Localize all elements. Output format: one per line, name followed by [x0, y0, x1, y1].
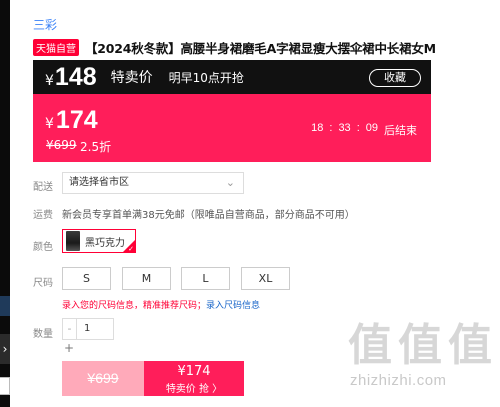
freight-label: 运费: [33, 210, 53, 221]
size-option-l[interactable]: L: [181, 267, 230, 290]
quantity-input[interactable]: 1: [76, 318, 114, 340]
watermark-logo: 值值值: [348, 320, 498, 371]
size-option-m[interactable]: M: [122, 267, 171, 290]
size-hint: 录入您的尺码信息，精准推荐尺码；录入尺码信息: [62, 298, 260, 311]
special-price-label: 特卖价: [110, 70, 153, 86]
shipping-label: 配送: [33, 182, 53, 193]
countdown-separator: :: [329, 122, 333, 134]
color-option-label: 黑巧克力: [85, 237, 125, 249]
freight-info: 新会员专享首单满38元免邮（限唯品自营商品，部分商品不可用）: [62, 210, 355, 221]
gallery-next-button[interactable]: ›: [0, 334, 10, 364]
size-option-xl[interactable]: XL: [241, 267, 290, 290]
gallery-thumbnail[interactable]: [0, 377, 10, 395]
special-price-amount: 148: [54, 62, 97, 91]
size-option-s[interactable]: S: [62, 267, 111, 290]
quantity-label: 数量: [33, 329, 53, 340]
discount-rate: 2.5折: [80, 140, 112, 154]
special-price: ¥ 148: [45, 63, 97, 92]
region-select[interactable]: 请选择省市区 ⌄: [62, 172, 244, 194]
product-title-row: 天猫自营 【2024秋冬款】高腰半身裙磨毛A字裙显瘦大摆伞裙中长裙女M: [33, 38, 493, 57]
countdown-seconds: 09: [365, 122, 378, 134]
quantity-increase-button[interactable]: +: [62, 341, 76, 355]
price-panel: ¥ 174 ¥699 2.5折 18 : 33 : 09 后结束: [33, 94, 431, 162]
quantity-stepper: - 1: [62, 318, 114, 340]
buy-special-price: ¥174: [177, 364, 211, 379]
size-hint-text: 录入您的尺码信息，精准推荐尺码；: [62, 301, 207, 311]
buy-special-price-button[interactable]: ¥174 特卖价 抢 〉: [144, 361, 244, 396]
current-price-amount: 174: [55, 106, 98, 134]
chevron-right-icon: ›: [2, 342, 8, 356]
countdown-suffix: 后结束: [384, 125, 417, 137]
brand-link[interactable]: 三彩: [33, 16, 57, 33]
color-option-selected[interactable]: 黑巧克力 ✓: [62, 229, 136, 253]
quantity-decrease-button[interactable]: -: [62, 318, 76, 340]
size-info-link[interactable]: 录入尺码信息: [206, 301, 260, 311]
watermark-text: zhizhizhi.com: [350, 372, 447, 389]
current-price-currency: ¥: [45, 116, 54, 132]
sale-start-time: 明早10点开抢: [168, 70, 244, 85]
region-select-value: 请选择省市区: [69, 177, 129, 188]
size-label: 尺码: [33, 278, 53, 289]
buy-special-label: 特卖价 抢 〉: [165, 384, 223, 395]
countdown-separator: :: [356, 122, 360, 134]
color-label: 颜色: [33, 242, 53, 253]
original-price: ¥699: [46, 138, 77, 152]
special-price-bar: ¥ 148 特卖价 明早10点开抢 收藏: [33, 60, 431, 94]
current-price: ¥ 174: [45, 106, 98, 135]
color-thumbnail: [66, 231, 80, 251]
special-price-currency: ¥: [45, 72, 54, 89]
countdown-timer: 18 : 33 : 09 后结束: [311, 122, 417, 138]
self-operated-badge: 天猫自营: [33, 39, 79, 56]
chevron-down-icon: ⌄: [225, 176, 235, 189]
countdown-hours: 18: [311, 122, 324, 134]
check-icon: ✓: [128, 245, 134, 253]
collect-button[interactable]: 收藏: [369, 69, 421, 87]
gallery-thumbnail[interactable]: [0, 296, 10, 316]
buy-original-price-button[interactable]: ¥699: [62, 361, 144, 396]
product-title: 【2024秋冬款】高腰半身裙磨毛A字裙显瘦大摆伞裙中长裙女M: [85, 41, 436, 56]
countdown-minutes: 33: [338, 122, 351, 134]
